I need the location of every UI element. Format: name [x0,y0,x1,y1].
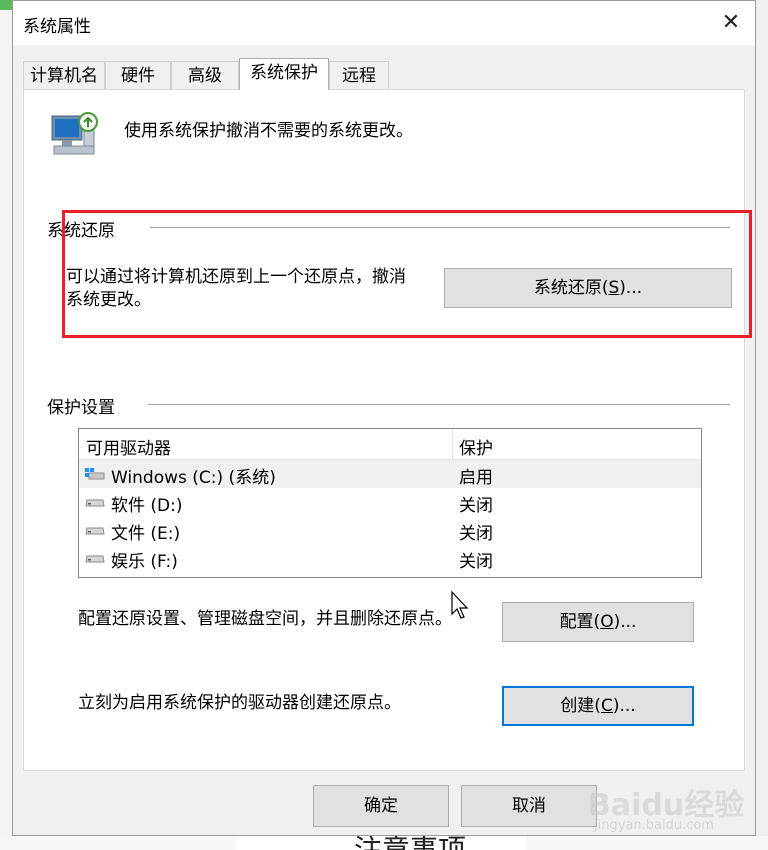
drive-row-c[interactable]: Windows (C:) (系统) 启用 [79,460,701,488]
window-title: 系统属性 [23,17,91,37]
ok-button[interactable]: 确定 [313,785,449,827]
mouse-cursor-icon [451,590,469,619]
drive-icon [85,499,105,507]
configure-description: 配置还原设置、管理磁盘空间，并且删除还原点。 [78,609,452,629]
drive-protection-status: 关闭 [459,552,493,572]
configure-button-text: 配置( [559,612,601,632]
protection-settings-group-title: 保护设置 [47,393,123,418]
tab-advanced[interactable]: 高级 [171,61,239,89]
drive-row-d[interactable]: 软件 (D:) 关闭 [79,488,701,516]
background-ribbon [0,0,12,10]
tab-hardware[interactable]: 硬件 [105,61,171,89]
baidu-watermark: Baidu经验 jingyan.baidu.com [588,770,748,833]
close-button[interactable]: ✕ [713,7,749,39]
create-button-text: 创建( [560,696,601,716]
background-page-right [756,0,768,850]
drive-icon [85,527,105,535]
title-bar[interactable]: 系统属性 ✕ [13,1,755,45]
column-header-protection[interactable]: 保护 [459,434,493,459]
create-description: 立刻为启用系统保护的驱动器创建还原点。 [78,693,401,713]
column-separator[interactable] [452,429,453,459]
configure-button[interactable]: 配置(O)... [502,602,694,642]
cancel-button[interactable]: 取消 [461,785,597,827]
highlight-box [62,210,752,338]
protection-settings-divider [148,404,730,405]
watermark-url: jingyan.baidu.com [594,818,714,833]
system-properties-dialog: 系统属性 ✕ 计算机名 硬件 高级 系统保护 远程 使用系统保护撤消不需要的系统… [12,0,756,836]
background-heading-text: 注意事项 [354,836,466,850]
drive-name: Windows (C:) (系统) [111,468,276,488]
windows-drive-icon [85,468,105,480]
drive-protection-status: 启用 [459,468,493,488]
configure-button-key: O [600,612,614,632]
drive-name: 文件 (E:) [111,524,181,544]
background-page-bottom-left [0,836,236,850]
drive-name: 娱乐 (F:) [111,552,178,572]
tab-panel: 使用系统保护撤消不需要的系统更改。 系统还原 可以通过将计算机还原到上一个还原点… [23,89,745,771]
create-button-suffix: )... [612,696,636,716]
configure-button-suffix: )... [613,612,637,632]
tab-computer-name[interactable]: 计算机名 [23,61,105,89]
drives-list[interactable]: 可用驱动器 保护 Windows (C:) (系统) 启用 软件 (D:) 关闭 [78,428,702,578]
background-page-left [0,0,12,850]
tab-remote[interactable]: 远程 [329,61,389,89]
background-heading: 注意事项 [236,836,526,850]
create-button-key: C [600,696,613,716]
drive-name: 软件 (D:) [111,496,183,516]
create-button[interactable]: 创建(C)... [502,686,694,726]
drive-icon [85,555,105,563]
intro-text: 使用系统保护撤消不需要的系统更改。 [124,121,413,141]
drive-protection-status: 关闭 [459,524,493,544]
system-protection-icon [51,112,98,155]
tab-system-protection[interactable]: 系统保护 [239,58,329,90]
drive-protection-status: 关闭 [459,496,493,516]
column-header-drives[interactable]: 可用驱动器 [86,434,171,459]
drive-row-f[interactable]: 娱乐 (F:) 关闭 [79,544,701,572]
drives-list-header: 可用驱动器 保护 [79,429,701,460]
background-page-bottom-right [526,836,768,850]
drive-row-e[interactable]: 文件 (E:) 关闭 [79,516,701,544]
